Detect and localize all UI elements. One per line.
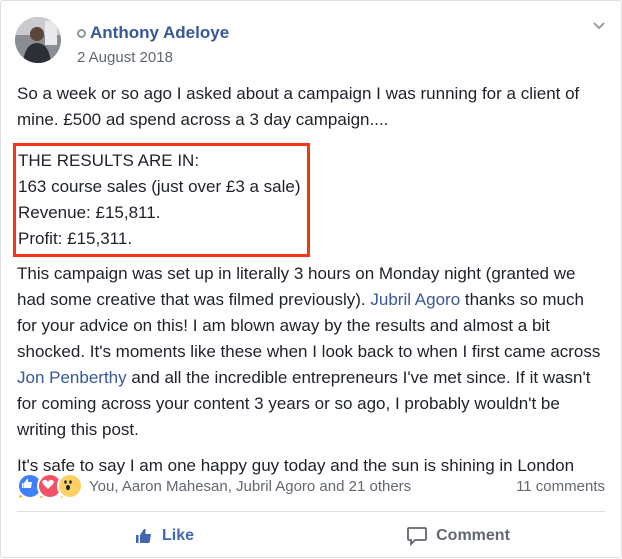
comments-count[interactable]: 11 comments: [516, 478, 605, 495]
results-line: Revenue: £15,811.: [18, 203, 161, 222]
author-name[interactable]: Anthony Adeloye: [90, 23, 229, 43]
chevron-down-icon[interactable]: [591, 17, 607, 33]
like-button[interactable]: Like: [17, 512, 311, 559]
reaction-icons[interactable]: [17, 473, 83, 499]
action-bar: Like Comment: [17, 512, 605, 559]
post-header: Anthony Adeloye 2 August 2018: [15, 15, 607, 66]
author-row: Anthony Adeloye: [77, 23, 229, 43]
mention-link[interactable]: Jubril Agoro: [370, 290, 460, 309]
profile-status-icon: [77, 28, 86, 38]
results-highlight: THE RESULTS ARE IN: 163 course sales (ju…: [13, 143, 310, 257]
avatar[interactable]: [15, 17, 61, 63]
mention-link[interactable]: Jon Penberthy: [17, 368, 127, 387]
post-intro: So a week or so ago I asked about a camp…: [17, 84, 580, 129]
reactions-bar: You, Aaron Mahesan, Jubril Agoro and 21 …: [17, 473, 605, 499]
results-line: 163 course sales (just over £3 a sale): [18, 177, 301, 196]
reactions-summary[interactable]: You, Aaron Mahesan, Jubril Agoro and 21 …: [89, 478, 411, 495]
post-date[interactable]: 2 August 2018: [77, 49, 173, 66]
results-line: Profit: £15,311.: [18, 229, 133, 248]
wow-reaction-icon: [57, 473, 83, 499]
post-card: Anthony Adeloye 2 August 2018 So a week …: [0, 0, 622, 558]
like-label: Like: [161, 526, 194, 544]
post-body: So a week or so ago I asked about a camp…: [13, 81, 605, 515]
thumbs-up-icon: [135, 528, 151, 543]
comment-icon: [407, 526, 428, 546]
comment-label: Comment: [436, 526, 510, 544]
comment-button[interactable]: Comment: [311, 512, 605, 559]
post-paragraph: This campaign was set up in literally 3 …: [17, 261, 605, 443]
results-line: THE RESULTS ARE IN:: [18, 151, 200, 170]
